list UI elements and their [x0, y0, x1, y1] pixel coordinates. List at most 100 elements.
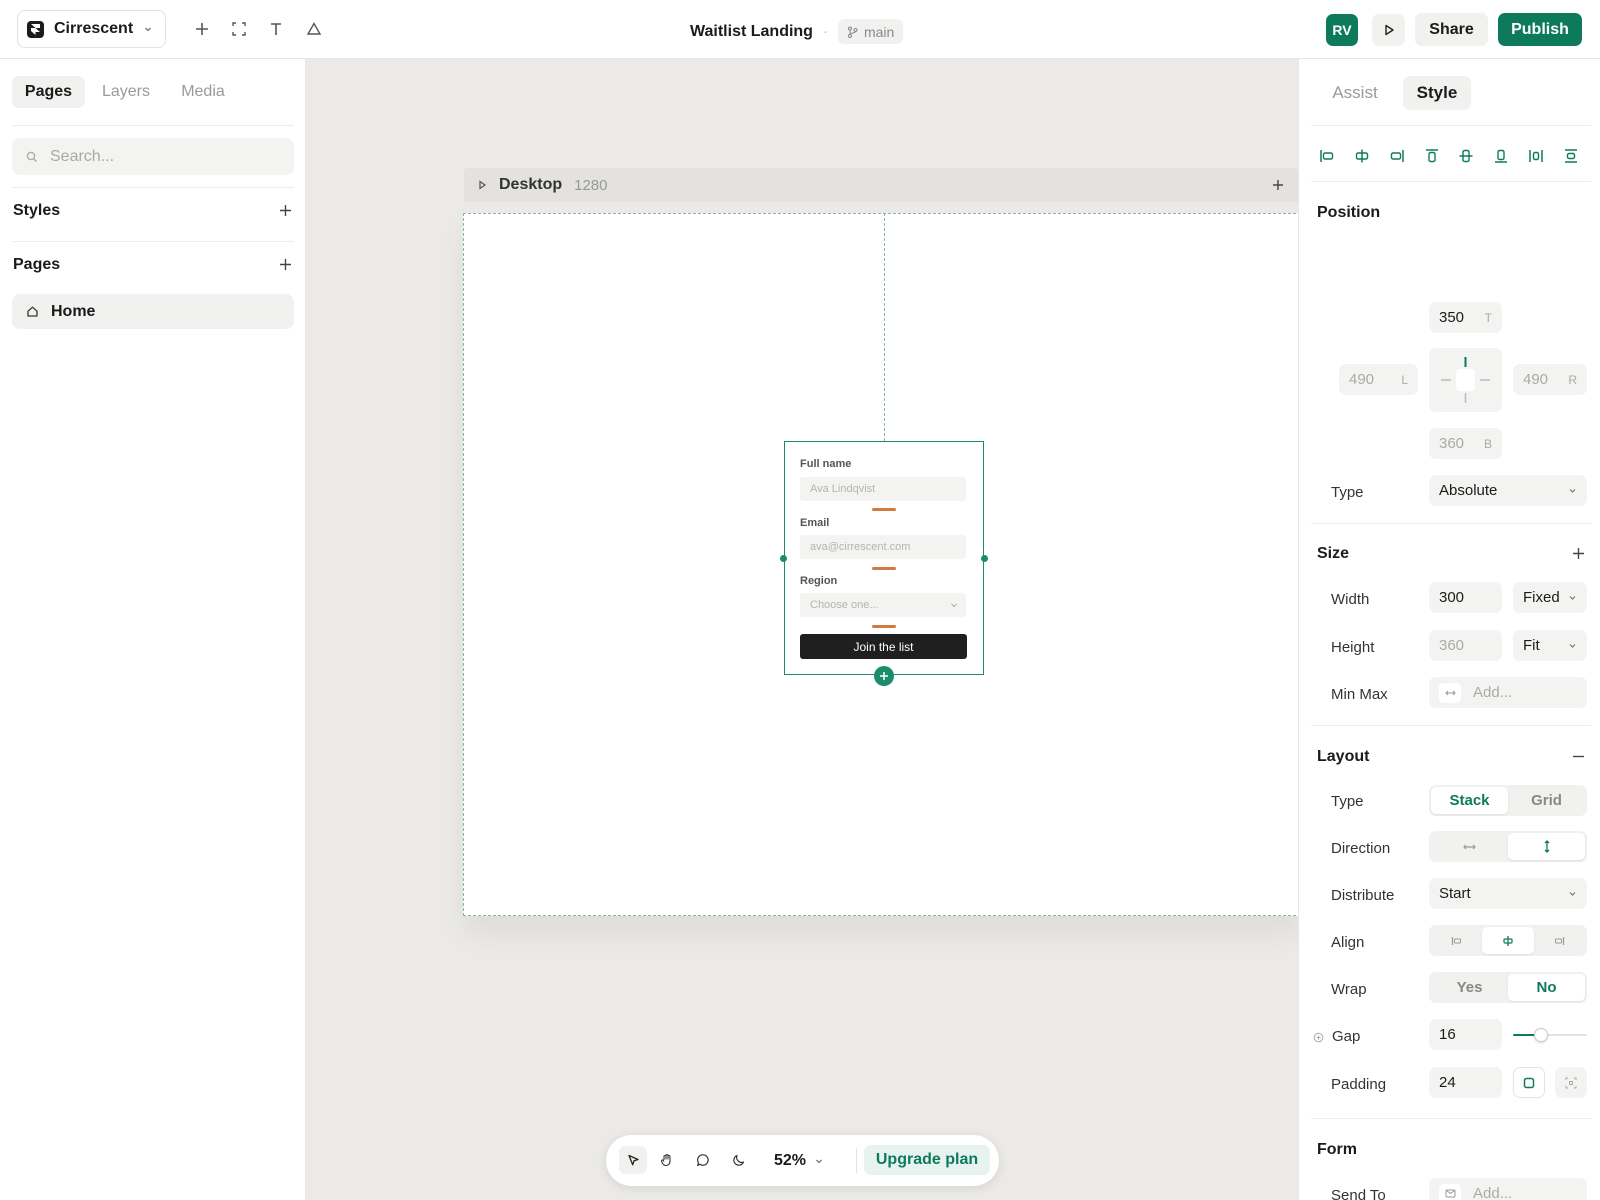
align-bottom-icon[interactable]	[1489, 144, 1513, 168]
gap-slider-thumb[interactable]	[1534, 1028, 1549, 1042]
direction-toggle[interactable]	[1429, 831, 1587, 862]
padding-individual-toggle[interactable]	[1555, 1067, 1587, 1098]
page-item-home[interactable]: Home	[12, 294, 294, 329]
gap-slider[interactable]	[1513, 1026, 1587, 1044]
layout-type-stack[interactable]: Stack	[1431, 787, 1508, 814]
comment-bubble-icon[interactable]	[690, 1147, 716, 1173]
distribute-value: Start	[1439, 885, 1471, 902]
framer-logo-icon	[27, 20, 44, 38]
height-mode-select[interactable]: Fit	[1513, 630, 1587, 661]
tab-style[interactable]: Style	[1403, 76, 1471, 110]
align-middle-vertical-icon[interactable]	[1454, 144, 1478, 168]
full-name-input[interactable]: Ava Lindqvist	[800, 477, 966, 501]
form-section-title: Form	[1317, 1141, 1357, 1158]
region-select-placeholder: Choose one...	[810, 599, 879, 611]
align-start-icon[interactable]	[1431, 927, 1482, 954]
tab-layers[interactable]: Layers	[92, 76, 160, 108]
add-size-constraint-plus-icon[interactable]	[1569, 544, 1587, 562]
position-bottom-field[interactable]: 360 B	[1429, 428, 1502, 459]
position-left-field[interactable]: 490 L	[1339, 364, 1418, 395]
align-end-icon[interactable]	[1534, 927, 1585, 954]
gap-input[interactable]: 16	[1429, 1019, 1502, 1050]
insert-plus-icon[interactable]	[189, 16, 215, 42]
position-type-select[interactable]: Absolute	[1429, 475, 1587, 506]
chevron-down-icon	[1568, 486, 1577, 495]
frame-tool-icon[interactable]	[226, 16, 252, 42]
divider	[1311, 181, 1591, 182]
position-right-field[interactable]: 490 R	[1513, 364, 1587, 395]
align-left-icon[interactable]	[1315, 144, 1339, 168]
padding-uniform-toggle[interactable]	[1513, 1067, 1545, 1098]
play-icon	[1383, 24, 1395, 36]
publish-button[interactable]: Publish	[1498, 13, 1582, 46]
collapse-triangle-icon[interactable]	[478, 180, 487, 190]
tab-media[interactable]: Media	[172, 76, 234, 108]
align-label: Align	[1331, 934, 1365, 951]
add-page-plus-icon[interactable]	[276, 255, 294, 273]
align-center-icon[interactable]	[1482, 927, 1534, 954]
distribute-horizontal-icon[interactable]	[1524, 144, 1548, 168]
min-max-field[interactable]: Add...	[1429, 677, 1587, 708]
frame-header[interactable]: Desktop 1280	[464, 168, 1298, 202]
width-input[interactable]: 300	[1429, 582, 1502, 613]
wrap-toggle[interactable]: Yes No	[1429, 972, 1587, 1003]
align-top-icon[interactable]	[1420, 144, 1444, 168]
width-mode-value: Fixed	[1523, 589, 1560, 606]
search-field[interactable]: Search...	[12, 138, 294, 175]
bottom-toolbar: 52% Upgrade plan	[606, 1135, 999, 1186]
dark-mode-moon-icon[interactable]	[726, 1147, 752, 1173]
document-title[interactable]: Waitlist Landing	[690, 23, 813, 41]
tab-pages[interactable]: Pages	[12, 76, 85, 108]
remove-layout-minus-icon[interactable]	[1569, 747, 1587, 765]
preview-button[interactable]	[1372, 14, 1405, 46]
add-breakpoint-plus-icon[interactable]	[1272, 179, 1284, 191]
padding-input[interactable]: 24	[1429, 1067, 1502, 1098]
left-panel: Pages Layers Media Search... Styles Page…	[0, 59, 306, 1200]
wrap-no[interactable]: No	[1508, 974, 1585, 1001]
form-label-region: Region	[800, 575, 838, 587]
position-top-field[interactable]: 350 T	[1429, 302, 1502, 333]
add-style-plus-icon[interactable]	[276, 201, 294, 219]
height-input[interactable]: 360	[1429, 630, 1502, 661]
chevron-down-icon	[1568, 641, 1577, 650]
select-cursor-icon[interactable]	[619, 1146, 647, 1174]
layout-type-grid[interactable]: Grid	[1508, 787, 1585, 814]
resize-handle-left[interactable]	[780, 555, 787, 562]
layout-section-title: Layout	[1317, 748, 1370, 765]
upgrade-plan-button[interactable]: Upgrade plan	[864, 1145, 990, 1175]
share-button[interactable]: Share	[1415, 13, 1488, 46]
width-label: Width	[1331, 591, 1370, 608]
gap-indicator	[872, 567, 896, 570]
resize-handle-right[interactable]	[981, 555, 988, 562]
user-avatar[interactable]: RV	[1326, 14, 1358, 46]
project-switcher[interactable]: Cirrescent	[17, 10, 166, 48]
zoom-selector[interactable]: 52%	[774, 1147, 824, 1174]
layout-type-toggle[interactable]: Stack Grid	[1429, 785, 1587, 816]
width-mode-select[interactable]: Fixed	[1513, 582, 1587, 613]
add-element-plus-icon[interactable]	[874, 666, 894, 686]
branch-selector[interactable]: main	[837, 19, 904, 44]
styles-section-title: Styles	[13, 202, 61, 219]
position-pin-widget[interactable]	[1429, 348, 1502, 412]
align-right-icon[interactable]	[1385, 144, 1409, 168]
wrap-yes[interactable]: Yes	[1431, 974, 1508, 1001]
join-list-button[interactable]: Join the list	[800, 634, 967, 659]
align-center-horizontal-icon[interactable]	[1350, 144, 1374, 168]
direction-vertical-icon[interactable]	[1508, 833, 1585, 860]
text-tool-icon[interactable]	[263, 16, 289, 42]
home-icon	[26, 305, 39, 318]
waitlist-form-stack[interactable]: Full name Ava Lindqvist Email ava@cirres…	[784, 441, 984, 675]
distribute-vertical-icon[interactable]	[1559, 144, 1583, 168]
hand-pan-icon[interactable]	[654, 1147, 680, 1173]
divider	[856, 1148, 857, 1173]
form-label-email: Email	[800, 517, 830, 529]
tab-assist[interactable]: Assist	[1315, 76, 1395, 110]
region-select[interactable]: Choose one...	[800, 593, 966, 617]
distribute-select[interactable]: Start	[1429, 878, 1587, 909]
align-toggle[interactable]	[1429, 925, 1587, 956]
send-to-field[interactable]: Add...	[1429, 1178, 1587, 1200]
direction-horizontal-icon[interactable]	[1431, 833, 1508, 860]
gap-link-icon[interactable]	[1312, 1031, 1324, 1043]
vector-tool-icon[interactable]	[301, 16, 327, 42]
email-input[interactable]: ava@cirrescent.com	[800, 535, 966, 559]
